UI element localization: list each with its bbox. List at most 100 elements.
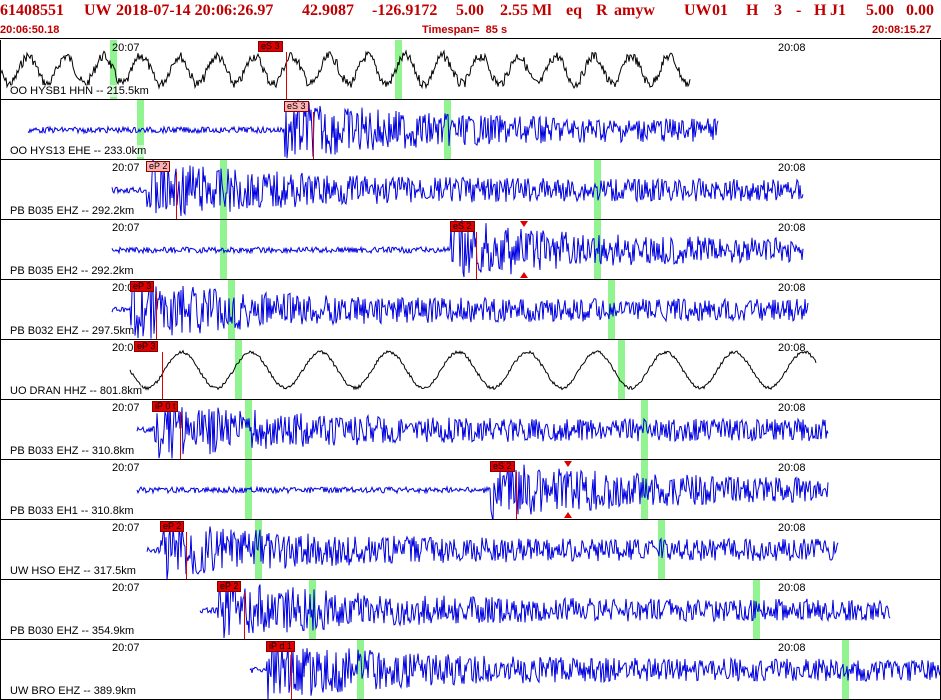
phase-pick-label[interactable]: iP d 1 (266, 641, 295, 652)
phase-pick-label[interactable]: eP 3 (134, 341, 159, 352)
event-net2: UW (684, 2, 712, 19)
event-lon: -126.9172 (372, 2, 438, 19)
phase-pick-line[interactable] (476, 232, 477, 279)
phase-pick-line[interactable] (176, 172, 177, 219)
amplitude-marker-bottom-icon (564, 512, 572, 518)
seismogram-panels[interactable]: 20:07 20:08 eS 3 OO HYSB1 HHN -- 215.5km eS … (0, 40, 941, 700)
time-label-start: 20:07 (112, 42, 140, 54)
waveform-path (249, 641, 941, 699)
phase-pick-label[interactable]: eP 2 (146, 161, 171, 172)
event-author: amyw (614, 2, 655, 19)
station-label: UW HSO EHZ -- 317.5km (10, 565, 136, 577)
event-id: 61408551 (0, 2, 64, 19)
event-network: UW (84, 2, 112, 19)
phase-pick-label[interactable]: eS 2 (490, 461, 515, 472)
station-label: PB B033 EHZ -- 310.8km (10, 445, 135, 457)
time-label-end: 20:08 (778, 282, 806, 294)
time-label-start: 20:07 (112, 402, 140, 414)
phase-pick-line[interactable] (180, 412, 181, 459)
time-label-end: 20:08 (778, 582, 806, 594)
waveform-path (111, 281, 809, 339)
time-label-end: 20:08 (778, 162, 806, 174)
event-code1: 01 (712, 2, 728, 19)
phase-pick-label[interactable]: eP 3 (130, 281, 155, 292)
amplitude-marker-bottom-icon (520, 272, 528, 278)
time-label-end: 20:08 (778, 462, 806, 474)
event-code4: H (814, 2, 827, 19)
amplitude-marker-top-icon (564, 461, 572, 467)
time-label-start: 20:07 (112, 162, 140, 174)
phase-pick-line[interactable] (156, 292, 157, 339)
start-time: 20:06:50.18 (0, 24, 60, 36)
frame-left (0, 40, 1, 700)
phase-pick-label[interactable]: iP 0 t (152, 401, 179, 412)
waveform-path (129, 349, 817, 391)
phase-pick-label[interactable]: eP 2 (160, 521, 185, 532)
time-label-end: 20:08 (778, 642, 806, 654)
event-depth: 5.00 (456, 2, 484, 19)
time-label-end: 20:08 (778, 42, 806, 54)
time-label-end: 20:08 (778, 342, 806, 354)
waveform-path (0, 49, 691, 90)
phase-pick-line[interactable] (291, 652, 292, 699)
waveform-path (146, 524, 839, 579)
time-label-start: 20:07 (112, 522, 140, 534)
seismogram-panel[interactable]: 20:07 20:08 iP 0 t PB B033 EHZ -- 310.8km (0, 400, 941, 460)
station-label: PB B032 EHZ -- 297.5km (10, 325, 135, 337)
seismogram-panel[interactable]: 20:07 20:08 eP 2 PB B030 EHZ -- 354.9km (0, 580, 941, 640)
seismogram-panel[interactable]: 20:07 20:08 eP 2 PB B035 EHZ -- 292.2km (0, 160, 941, 220)
time-label-end: 20:08 (778, 402, 806, 414)
event-dash: - (796, 2, 802, 19)
station-label: OO HYS13 EHE -- 233.0km (10, 145, 147, 157)
header-divider (0, 38, 941, 39)
time-label-end: 20:08 (778, 222, 806, 234)
time-label-start: 20:07 (112, 582, 140, 594)
timespan: Timespan= 85 s (422, 24, 508, 36)
seismogram-panel[interactable]: 20:07 20:08 eS 2 PB B033 EH1 -- 310.8km (0, 460, 941, 520)
event-code5: J1 (830, 2, 846, 19)
seismogram-panel[interactable]: eS 3 OO HYS13 EHE -- 233.0km (0, 100, 941, 160)
seismogram-panel[interactable]: 20:07 20:08 eP 3 UO DRAN HHZ -- 801.8km (0, 340, 941, 400)
station-label: UO DRAN HHZ -- 801.8km (10, 385, 143, 397)
event-datetime: 2018-07-14 20:06:26.97 (116, 2, 274, 19)
waveform-path (136, 401, 829, 459)
event-header: 61408551 UW 2018-07-14 20:06:26.97 42.90… (0, 0, 941, 40)
time-label-start: 20:07 (112, 462, 140, 474)
seismogram-panel[interactable]: 20:07 20:08 eP 2 UW HSO EHZ -- 317.5km (0, 520, 941, 580)
seismogram-panel[interactable]: 20:07 20:08 eS 3 OO HYSB1 HHN -- 215.5km (0, 40, 941, 100)
seismogram-panel[interactable]: 20:07 20:08 eS 2 PB B035 EH2 -- 292.2km (0, 220, 941, 280)
event-val1: 5.00 (866, 2, 894, 19)
phase-pick-line[interactable] (186, 532, 187, 579)
time-label-start: 20:07 (112, 642, 140, 654)
end-time: 20:08:15.27 (872, 24, 932, 36)
phase-pick-line[interactable] (313, 112, 314, 159)
waveform-path (111, 160, 804, 216)
phase-pick-line[interactable] (286, 52, 287, 99)
time-label-end: 20:08 (778, 522, 806, 534)
event-summary-line: 61408551 UW 2018-07-14 20:06:26.97 42.90… (0, 2, 941, 22)
station-label: PB B035 EH2 -- 292.2km (10, 265, 134, 277)
phase-pick-line[interactable] (244, 592, 245, 639)
phase-pick-label[interactable]: eS 3 (258, 41, 283, 52)
event-type: eq (566, 2, 582, 19)
event-val2: 0.00 (906, 2, 934, 19)
event-code2: H (746, 2, 759, 19)
amplitude-marker-top-icon (520, 221, 528, 227)
event-lat: 42.9087 (302, 2, 354, 19)
phase-pick-label[interactable]: eS 2 (450, 221, 475, 232)
phase-pick-label[interactable]: eP 2 (217, 581, 242, 592)
phase-pick-line[interactable] (162, 352, 163, 399)
seismogram-panel[interactable]: 20:07 20:08 iP d 1 UW BRO EHZ -- 389.9km (0, 640, 941, 700)
station-label: OO HYSB1 HHN -- 215.5km (10, 85, 149, 97)
phase-pick-label[interactable]: eS 3 (284, 101, 309, 112)
station-label: UW BRO EHZ -- 389.9km (10, 685, 136, 697)
station-label: PB B033 EH1 -- 310.8km (10, 505, 134, 517)
station-label: PB B035 EHZ -- 292.2km (10, 205, 135, 217)
phase-pick-line[interactable] (516, 472, 517, 519)
waveform-path (136, 462, 829, 519)
seismogram-panel[interactable]: 20:07 20:08 eP 3 PB B032 EHZ -- 297.5km (0, 280, 941, 340)
station-label: PB B030 EHZ -- 354.9km (10, 625, 135, 637)
event-magnitude: 2.55 Ml (500, 2, 552, 19)
time-label-start: 20:07 (112, 222, 140, 234)
event-review: R (596, 2, 608, 19)
